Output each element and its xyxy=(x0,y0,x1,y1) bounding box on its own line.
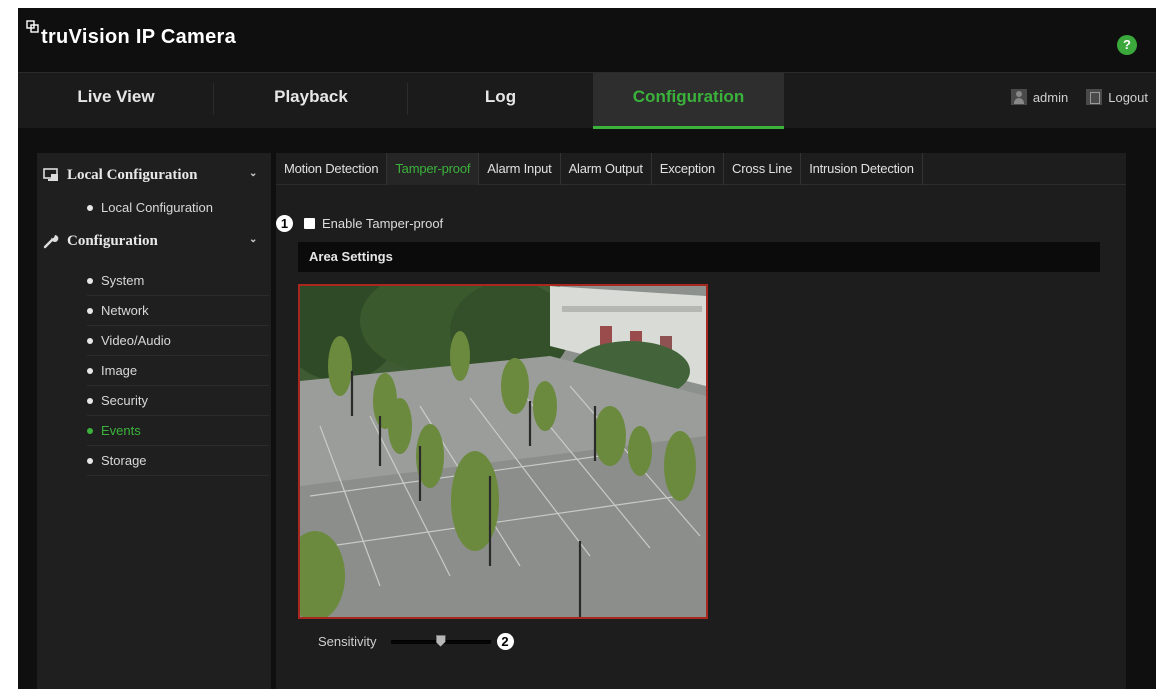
parking-lot-scene-image xyxy=(300,286,706,617)
tab-tamper-proof[interactable]: Tamper-proof xyxy=(387,153,480,185)
help-icon[interactable]: ? xyxy=(1117,35,1137,55)
sidebar-item-network[interactable]: Network xyxy=(87,296,269,326)
tab-motion-detection[interactable]: Motion Detection xyxy=(276,153,388,185)
monitor-icon xyxy=(43,168,58,181)
bullet-icon xyxy=(87,337,93,344)
tab-exception[interactable]: Exception xyxy=(652,153,725,185)
sidebar-item-label: Events xyxy=(101,423,141,438)
sidebar-item-storage[interactable]: Storage xyxy=(87,446,269,476)
sensitivity-label: Sensitivity xyxy=(318,634,377,649)
chevron-down-icon[interactable]: ⌄ xyxy=(249,234,259,245)
chevron-down-icon[interactable]: ⌄ xyxy=(249,168,259,179)
tab-alarm-output[interactable]: Alarm Output xyxy=(561,153,652,185)
bullet-icon xyxy=(87,204,93,211)
brand-logo: truVision IP Camera xyxy=(26,20,237,56)
sidebar-item-label: Image xyxy=(101,363,138,378)
sidebar-item-label: Local Configuration xyxy=(101,200,214,215)
sidebar-group-label: Local Configuration xyxy=(67,166,198,183)
wrench-icon xyxy=(43,235,59,249)
sidebar-item-label: Storage xyxy=(101,453,147,468)
sidebar-item-label: Video/Audio xyxy=(101,333,171,348)
tab-cross-line[interactable]: Cross Line xyxy=(724,153,802,185)
nav-log[interactable]: Log xyxy=(408,73,593,129)
callout-marker-1: 1 xyxy=(276,215,293,232)
sidebar-item-local-configuration[interactable]: Local Configuration xyxy=(87,193,269,223)
camera-live-preview[interactable] xyxy=(298,284,708,619)
user-area: admin Logout xyxy=(1010,89,1148,105)
app-window: truVision IP Camera ? Live View Playback… xyxy=(18,8,1156,689)
event-tabs: Motion Detection Tamper-proof Alarm Inpu… xyxy=(276,153,1126,185)
sensitivity-row: Sensitivity 2 xyxy=(318,633,514,650)
user-icon xyxy=(1010,89,1027,105)
tab-intrusion-detection[interactable]: Intrusion Detection xyxy=(801,153,923,185)
nav-configuration[interactable]: Configuration xyxy=(593,73,784,129)
slider-thumb[interactable] xyxy=(435,634,446,647)
brand-name: truVision IP Camera xyxy=(41,26,237,48)
enable-tamper-proof-row: 1 Enable Tamper-proof xyxy=(276,215,443,232)
sidebar: Local Configuration ⌄ Local Configuratio… xyxy=(37,153,271,689)
logout-link[interactable]: Logout xyxy=(1108,90,1148,105)
sidebar-item-label: System xyxy=(101,273,145,288)
username[interactable]: admin xyxy=(1033,90,1068,105)
bullet-icon xyxy=(87,307,93,314)
bullet-icon xyxy=(87,397,93,404)
sidebar-item-system[interactable]: System xyxy=(87,266,269,296)
logo-icon xyxy=(26,20,39,33)
enable-tamper-proof-checkbox[interactable] xyxy=(304,218,315,229)
sidebar-item-security[interactable]: Security xyxy=(87,386,269,416)
main-panel: Motion Detection Tamper-proof Alarm Inpu… xyxy=(276,153,1126,689)
bullet-icon xyxy=(87,427,93,434)
callout-marker-2: 2 xyxy=(496,633,514,650)
sidebar-item-label: Security xyxy=(101,393,148,408)
sidebar-item-video-audio[interactable]: Video/Audio xyxy=(87,326,269,356)
sidebar-group-local-configuration[interactable]: Local Configuration ⌄ xyxy=(37,160,271,190)
sidebar-item-events[interactable]: Events xyxy=(87,416,269,446)
sidebar-group-configuration[interactable]: Configuration ⌄ xyxy=(37,226,271,256)
logout-icon[interactable] xyxy=(1086,89,1103,105)
tab-alarm-input[interactable]: Alarm Input xyxy=(479,153,561,185)
bullet-icon xyxy=(87,367,93,374)
enable-tamper-proof-label: Enable Tamper-proof xyxy=(322,216,444,231)
top-navigation: Live View Playback Log Configuration adm… xyxy=(18,72,1156,129)
bullet-icon xyxy=(87,457,93,464)
sidebar-item-label: Network xyxy=(101,303,149,318)
bullet-icon xyxy=(87,277,93,284)
area-settings-header: Area Settings xyxy=(298,242,1100,272)
sensitivity-slider[interactable] xyxy=(390,634,491,649)
nav-playback[interactable]: Playback xyxy=(214,73,408,129)
sidebar-item-image[interactable]: Image xyxy=(87,356,269,386)
nav-live-view[interactable]: Live View xyxy=(18,73,214,129)
sidebar-group-label: Configuration xyxy=(67,232,158,249)
